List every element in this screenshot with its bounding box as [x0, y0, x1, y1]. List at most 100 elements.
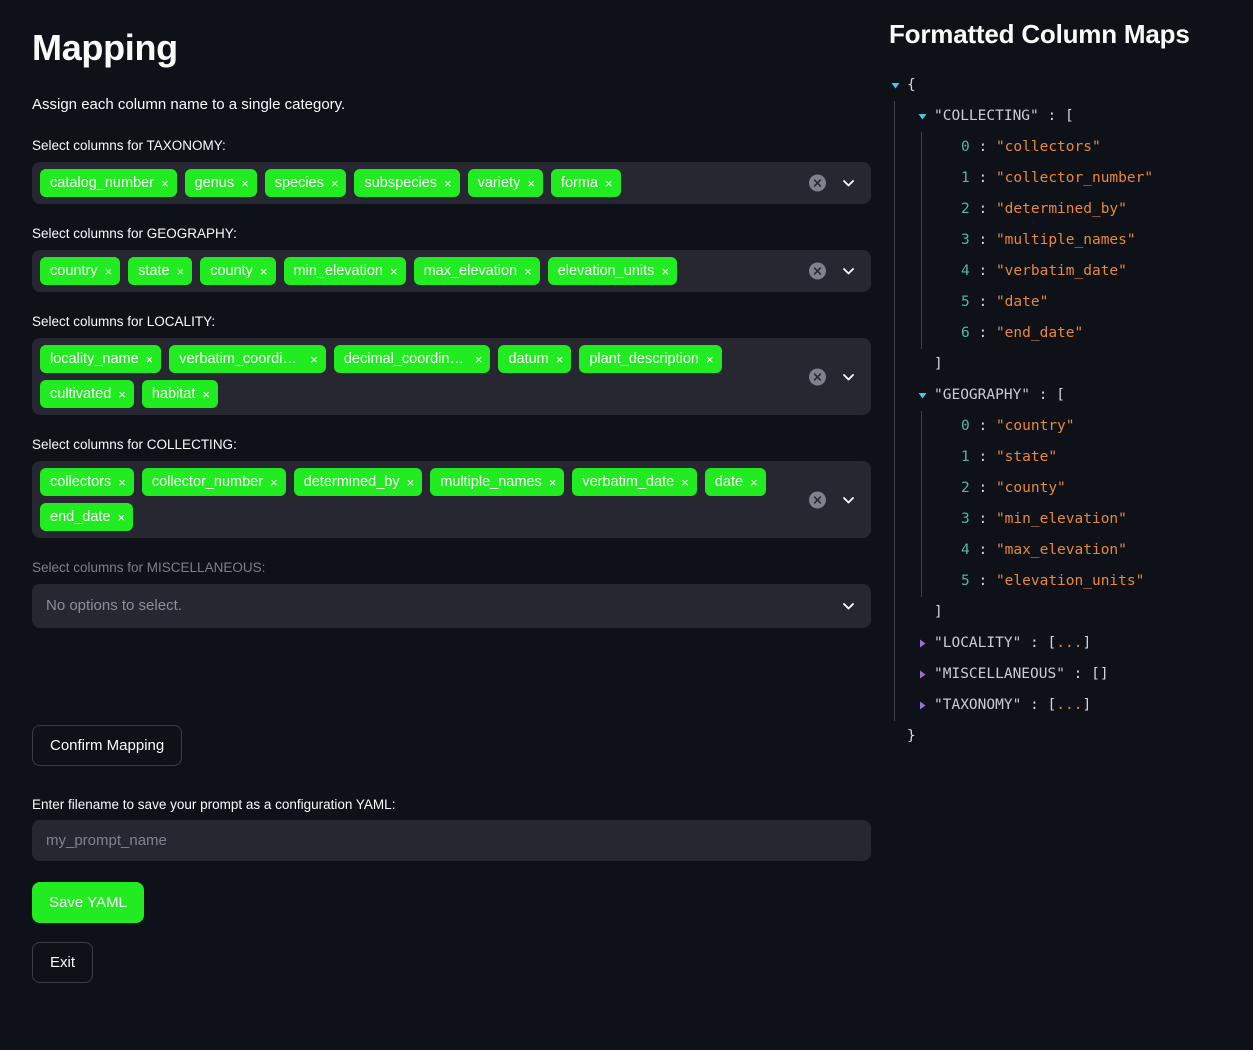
- tag[interactable]: plant_description×: [579, 345, 721, 373]
- multiselect-selectcolumnsforgeography[interactable]: country× state× county× min_elevation× max_e…: [32, 250, 871, 292]
- save-yaml-button[interactable]: Save YAML: [32, 882, 144, 923]
- mapping-field: Select columns for LOCALITY:locality_nam…: [32, 313, 871, 415]
- tag-label: end_date: [50, 503, 110, 531]
- tag-label: multiple_names: [440, 468, 542, 496]
- clear-all-icon[interactable]: [809, 263, 826, 280]
- tag[interactable]: elevation_units ×: [548, 257, 677, 285]
- panel-title: Formatted Column Maps: [889, 18, 1241, 50]
- tag-label: collectors: [50, 468, 111, 496]
- tag-remove-icon[interactable]: ×: [444, 177, 452, 190]
- multiselect-selectcolumnsfortaxonomy[interactable]: catalog_number× genus× species×subspecies×…: [32, 162, 871, 204]
- tag[interactable]: catalog_number×: [40, 169, 177, 197]
- tag-remove-icon[interactable]: ×: [524, 265, 532, 278]
- tag[interactable]: genus×: [185, 169, 257, 197]
- tag-remove-icon[interactable]: ×: [270, 476, 278, 489]
- tag-remove-icon[interactable]: ×: [661, 265, 669, 278]
- tag-remove-icon[interactable]: ×: [706, 353, 714, 366]
- json-punctuation: :: [970, 225, 996, 256]
- tag-remove-icon[interactable]: ×: [310, 353, 318, 366]
- chevron-down-icon[interactable]: [840, 598, 857, 615]
- json-string-value: "multiple_names": [996, 225, 1136, 256]
- json-index: 5: [961, 287, 970, 318]
- tag-label: elevation_units: [558, 257, 655, 285]
- json-tree-row[interactable]: "TAXONOMY" : [...]: [889, 690, 1241, 721]
- json-tree-row[interactable]: "COLLECTING" : [: [889, 101, 1241, 132]
- tag[interactable]: locality_name×: [40, 345, 161, 373]
- tag[interactable]: forma×: [551, 169, 621, 197]
- exit-row: Exit: [32, 942, 871, 983]
- tag-remove-icon[interactable]: ×: [241, 177, 249, 190]
- triangle-down-icon[interactable]: [916, 391, 929, 400]
- tag[interactable]: datum×: [498, 345, 571, 373]
- clear-all-icon[interactable]: [809, 491, 826, 508]
- tag-remove-icon[interactable]: ×: [260, 265, 268, 278]
- tag-remove-icon[interactable]: ×: [118, 476, 126, 489]
- tag-label: variety: [478, 169, 521, 197]
- chevron-down-icon[interactable]: [840, 263, 857, 280]
- tag[interactable]: max_elevation×: [414, 257, 540, 285]
- tag[interactable]: multiple_names ×: [430, 468, 564, 496]
- tag-remove-icon[interactable]: ×: [118, 388, 126, 401]
- tag[interactable]: verbatim_coordinates×: [169, 345, 326, 373]
- tag[interactable]: county×: [200, 257, 275, 285]
- exit-button[interactable]: Exit: [32, 942, 93, 983]
- tag-remove-icon[interactable]: ×: [331, 177, 339, 190]
- tag-remove-icon[interactable]: ×: [549, 476, 557, 489]
- multiselect-selectcolumnsformiscellaneous[interactable]: No options to select.: [32, 584, 871, 628]
- tag[interactable]: determined_by×: [294, 468, 423, 496]
- tag[interactable]: cultivated×: [40, 380, 134, 408]
- tag-remove-icon[interactable]: ×: [105, 265, 113, 278]
- tag-remove-icon[interactable]: ×: [146, 353, 154, 366]
- tag-remove-icon[interactable]: ×: [117, 511, 125, 524]
- tag-remove-icon[interactable]: ×: [475, 353, 483, 366]
- json-tree-row[interactable]: "MISCELLANEOUS" : []: [889, 659, 1241, 690]
- tag-remove-icon[interactable]: ×: [681, 476, 689, 489]
- confirm-mapping-button[interactable]: Confirm Mapping: [32, 725, 182, 766]
- json-tree-row[interactable]: {: [889, 70, 1241, 101]
- tag[interactable]: variety ×: [468, 169, 543, 197]
- triangle-down-icon[interactable]: [916, 112, 929, 121]
- yaml-filename-input[interactable]: [32, 820, 871, 861]
- tag[interactable]: date ×: [705, 468, 766, 496]
- triangle-right-icon[interactable]: [916, 670, 929, 679]
- clear-all-icon[interactable]: [809, 175, 826, 192]
- tag[interactable]: state×: [128, 257, 192, 285]
- tag-remove-icon[interactable]: ×: [407, 476, 415, 489]
- tag-label: date: [715, 468, 743, 496]
- tag[interactable]: collectors ×: [40, 468, 134, 496]
- tag-remove-icon[interactable]: ×: [556, 353, 564, 366]
- json-punctuation: :: [970, 163, 996, 194]
- tag-remove-icon[interactable]: ×: [390, 265, 398, 278]
- chevron-down-icon[interactable]: [840, 368, 857, 385]
- tag[interactable]: min_elevation×: [284, 257, 406, 285]
- triangle-right-icon[interactable]: [916, 701, 929, 710]
- chevron-down-icon[interactable]: [840, 175, 857, 192]
- tag-remove-icon[interactable]: ×: [605, 177, 613, 190]
- multiselect-selectcolumnsforlocality[interactable]: locality_name× verbatim_coordinates× decim…: [32, 338, 871, 415]
- tag[interactable]: habitat×: [142, 380, 218, 408]
- tag-remove-icon[interactable]: ×: [750, 476, 758, 489]
- tag[interactable]: collector_number×: [142, 468, 286, 496]
- json-punctuation: : []: [1065, 659, 1109, 690]
- tag[interactable]: verbatim_date×: [572, 468, 696, 496]
- json-tree-viewer[interactable]: {"COLLECTING" : [0 : "collectors"1 : "co…: [889, 70, 1241, 752]
- tag[interactable]: decimal_coordinates×: [334, 345, 491, 373]
- tag-remove-icon[interactable]: ×: [177, 265, 185, 278]
- tag[interactable]: country×: [40, 257, 120, 285]
- json-tree-row[interactable]: "GEOGRAPHY" : [: [889, 380, 1241, 411]
- tag-remove-icon[interactable]: ×: [202, 388, 210, 401]
- json-string-value: "date": [996, 287, 1048, 318]
- triangle-right-icon[interactable]: [916, 639, 929, 648]
- tag-remove-icon[interactable]: ×: [161, 177, 169, 190]
- tag[interactable]: subspecies×: [354, 169, 459, 197]
- tag[interactable]: species×: [265, 169, 347, 197]
- json-index: 3: [961, 504, 970, 535]
- chevron-down-icon[interactable]: [840, 491, 857, 508]
- multiselect-controls: [840, 598, 857, 615]
- triangle-down-icon[interactable]: [889, 81, 902, 90]
- tag-remove-icon[interactable]: ×: [527, 177, 535, 190]
- tag[interactable]: end_date ×: [40, 503, 133, 531]
- clear-all-icon[interactable]: [809, 368, 826, 385]
- json-tree-row[interactable]: "LOCALITY" : [...]: [889, 628, 1241, 659]
- multiselect-selectcolumnsforcollecting[interactable]: collectors×collector_number×determined_b…: [32, 461, 871, 538]
